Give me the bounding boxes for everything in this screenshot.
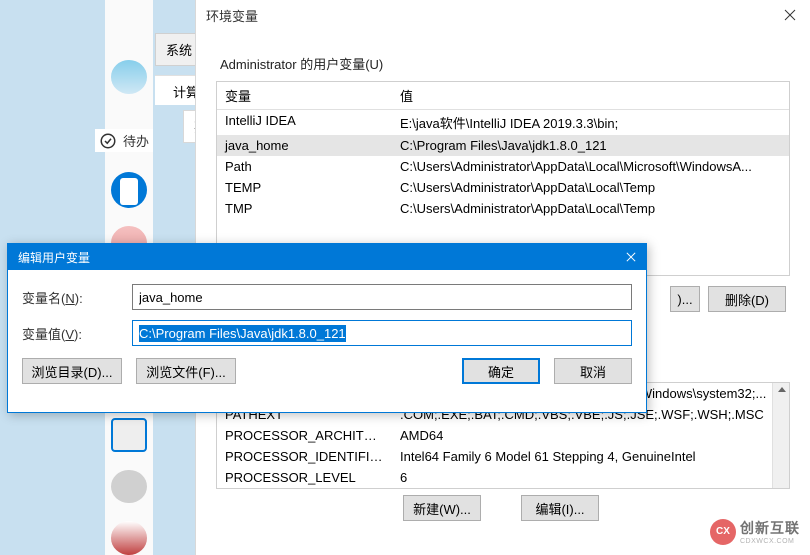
- variable-value-label: 变量值(V):: [22, 324, 132, 343]
- table-row[interactable]: TEMP C:\Users\Administrator\AppData\Loca…: [217, 177, 789, 198]
- browse-directory-button[interactable]: 浏览目录(D)...: [22, 358, 122, 384]
- avatar[interactable]: [111, 521, 147, 555]
- variable-value-input[interactable]: C:\Program Files\Java\jdk1.8.0_121: [132, 320, 632, 346]
- new-button[interactable]: 新建(W)...: [403, 495, 481, 521]
- variable-name-label: 变量名(N):: [22, 288, 132, 307]
- table-row[interactable]: PROCESSOR_LEVEL 6: [217, 467, 789, 488]
- pending-label: 待办: [123, 131, 149, 150]
- delete-button[interactable]: 删除(D): [708, 286, 786, 312]
- cancel-button[interactable]: 取消: [554, 358, 632, 384]
- env-title: 环境变量: [206, 6, 258, 25]
- close-icon: [626, 252, 636, 262]
- watermark-badge: CX: [710, 519, 736, 545]
- close-button[interactable]: [770, 0, 810, 30]
- browse-file-button[interactable]: 浏览文件(F)...: [136, 358, 236, 384]
- table-header: 变量 值: [217, 82, 789, 110]
- scrollbar[interactable]: [772, 383, 789, 488]
- avatar[interactable]: [111, 60, 147, 94]
- device-icon[interactable]: [111, 172, 147, 208]
- edit-variable-dialog: 编辑用户变量 变量名(N): 变量值(V): C:\Program Files\…: [7, 243, 647, 413]
- new-button-partial[interactable]: )...: [670, 286, 700, 312]
- env-titlebar: 环境变量: [196, 0, 810, 30]
- watermark: CX 创新互联 CDXWCX.COM: [710, 518, 800, 545]
- edit-button[interactable]: 编辑(I)...: [521, 495, 599, 521]
- table-row[interactable]: TMP C:\Users\Administrator\AppData\Local…: [217, 198, 789, 219]
- ok-button[interactable]: 确定: [462, 358, 540, 384]
- avatar-selected[interactable]: [111, 418, 147, 452]
- watermark-text: 创新互联: [740, 518, 800, 538]
- table-row[interactable]: IntelliJ IDEA E:\java软件\IntelliJ IDEA 20…: [217, 110, 789, 135]
- close-button[interactable]: [616, 244, 646, 270]
- col-variable: 变量: [217, 82, 392, 109]
- system-vars-buttons: 新建(W)... 编辑(I)...: [216, 495, 790, 521]
- table-row[interactable]: Path C:\Users\Administrator\AppData\Loca…: [217, 156, 789, 177]
- table-row[interactable]: PROCESSOR_ARCHITECT... AMD64: [217, 425, 789, 446]
- table-row[interactable]: java_home C:\Program Files\Java\jdk1.8.0…: [217, 135, 789, 156]
- close-icon: [784, 9, 796, 21]
- table-row[interactable]: PROCESSOR_IDENTIFIER Intel64 Family 6 Mo…: [217, 446, 789, 467]
- avatar[interactable]: [111, 470, 147, 504]
- dialog-title: 编辑用户变量: [18, 249, 90, 266]
- dialog-titlebar: 编辑用户变量: [8, 244, 646, 270]
- check-circle-icon: [99, 132, 117, 150]
- pending-tasks[interactable]: 待办: [95, 129, 153, 152]
- watermark-sub: CDXWCX.COM: [740, 538, 800, 545]
- user-vars-label: Administrator 的用户变量(U): [220, 54, 790, 73]
- variable-name-input[interactable]: [132, 284, 632, 310]
- col-value: 值: [392, 82, 789, 109]
